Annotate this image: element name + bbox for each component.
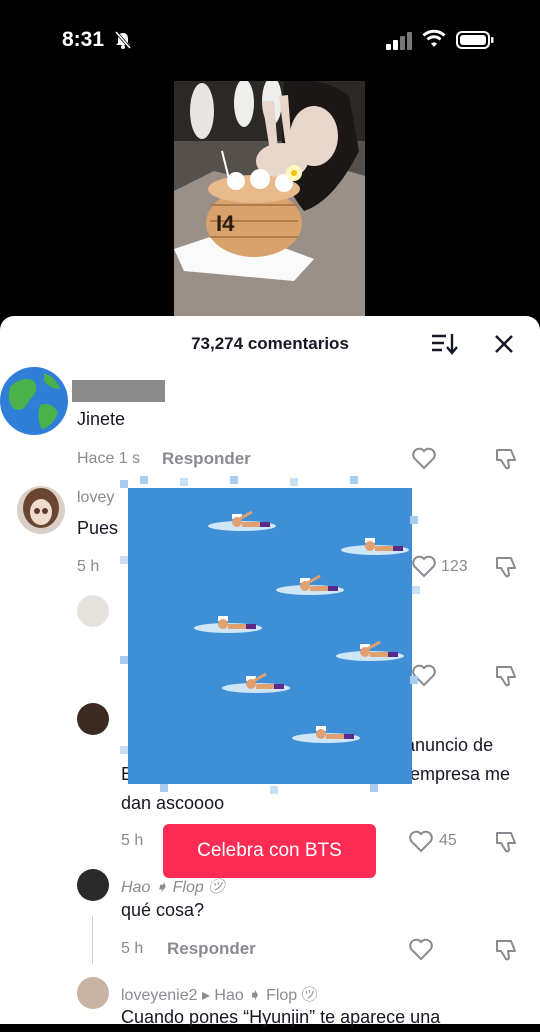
reply-button[interactable]: Responder bbox=[162, 449, 251, 469]
dislike-icon[interactable] bbox=[493, 829, 519, 855]
like-count: 123 bbox=[441, 558, 468, 575]
video-frame-image: I4 bbox=[174, 81, 365, 317]
dislike-icon[interactable] bbox=[493, 554, 519, 580]
swimmers-sticker bbox=[120, 476, 420, 796]
sort-icon[interactable] bbox=[430, 332, 458, 356]
avatar[interactable] bbox=[0, 361, 70, 441]
redacted-username bbox=[72, 380, 165, 402]
avatar[interactable] bbox=[77, 869, 109, 901]
comment-username[interactable]: loveyenie2 ▸ Hao ➧ Flop ㋡ bbox=[121, 981, 318, 1005]
comment-username[interactable]: lovey bbox=[77, 489, 114, 507]
avatar[interactable] bbox=[77, 977, 109, 1009]
globe-icon bbox=[0, 367, 68, 435]
comment-username[interactable]: Hao ➧ Flop ㋡ bbox=[121, 873, 224, 897]
comment-text-line: empresa me bbox=[410, 764, 511, 784]
avatar-image bbox=[17, 486, 65, 534]
reply-button[interactable]: Responder bbox=[167, 939, 256, 959]
heart-icon[interactable] bbox=[411, 446, 437, 470]
comment-time: 5 h bbox=[77, 558, 100, 575]
silent-bell-icon bbox=[114, 31, 132, 49]
cellular-signal-icon bbox=[386, 32, 412, 50]
reply-thread-line bbox=[92, 916, 93, 964]
video-preview[interactable]: I4 bbox=[174, 81, 365, 317]
dislike-icon[interactable] bbox=[493, 937, 519, 963]
wifi-icon bbox=[422, 29, 446, 47]
comment-text: Cuando pones “Hyunjin” te aparece una bbox=[121, 1007, 441, 1027]
heart-icon[interactable] bbox=[408, 829, 434, 853]
comment-time: 5 h bbox=[121, 940, 144, 957]
dislike-icon[interactable] bbox=[493, 663, 519, 689]
comment-time: 5 h bbox=[121, 832, 144, 849]
close-icon[interactable] bbox=[492, 332, 516, 356]
avatar[interactable] bbox=[17, 486, 65, 534]
dislike-icon[interactable] bbox=[493, 446, 519, 472]
status-time: 8:31 bbox=[62, 28, 105, 51]
comment-text: qué cosa? bbox=[121, 900, 205, 920]
comment-count: 73,274 comentarios bbox=[191, 334, 349, 353]
status-bar: 8:31 bbox=[0, 0, 540, 80]
heart-icon[interactable] bbox=[408, 937, 434, 961]
avatar[interactable] bbox=[77, 703, 109, 735]
swimmers-sticker-image bbox=[120, 476, 420, 794]
comment-time: Hace 1 s bbox=[77, 450, 141, 467]
battery-icon bbox=[456, 31, 494, 49]
comment-text: Pues bbox=[77, 518, 119, 538]
svg-text:I4: I4 bbox=[216, 211, 235, 236]
celebrate-bts-button[interactable]: Celebra con BTS bbox=[163, 824, 376, 878]
comment-text: Jinete bbox=[77, 409, 126, 429]
like-count: 45 bbox=[439, 832, 457, 849]
avatar[interactable] bbox=[77, 595, 109, 627]
